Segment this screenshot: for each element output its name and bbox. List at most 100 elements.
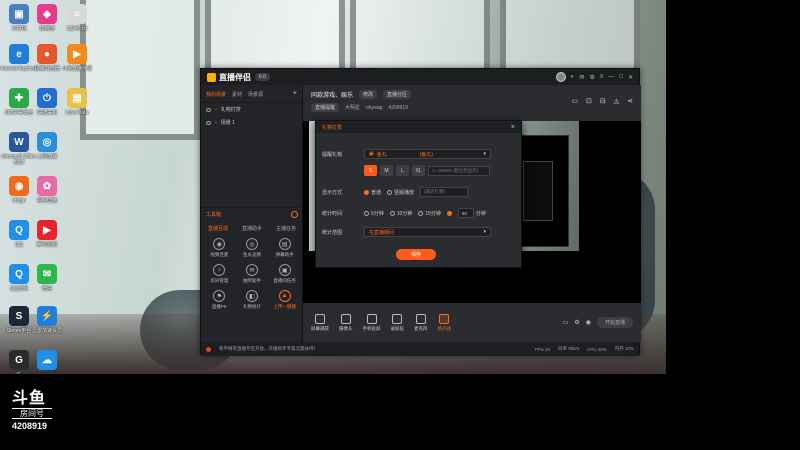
source-tool[interactable]: 手机投屏 [363,313,381,332]
stat-range-label: 统计范围 [322,229,343,236]
radio-10min[interactable]: 10分钟 [389,210,412,217]
record-icon[interactable]: ⊟ [600,97,606,105]
room-number: 4208919 [388,104,408,111]
preview-nested-capture [523,161,553,221]
desktop-icon[interactable]: ✿ 简约壁纸 [28,176,66,204]
status-notice[interactable]: 和平精英直播专区开放，开播即享专属流量扶持！ [219,346,318,352]
maximize-icon[interactable]: □ [619,74,623,80]
user-avatar[interactable] [555,72,566,82]
toolbox-item[interactable]: ⚑ 直播PK [203,290,236,310]
radio-custom[interactable] [446,210,452,216]
source-tool[interactable]: 麦克风 [414,313,428,332]
tab-scene-sources[interactable]: 场景源 [248,91,263,98]
record-icon[interactable]: ◉ [586,319,591,326]
share-icon[interactable]: ⋖ [627,97,633,105]
lock-icon[interactable]: ▫ [215,107,217,113]
source-tool[interactable]: 录屏投 [391,313,404,332]
source-tool-icon [439,313,450,324]
toolbox-item[interactable]: ▤ 弹幕助手 [268,238,301,258]
desktop-icon[interactable]: ≡ 12345.txt [58,4,96,32]
desktop-icon[interactable]: ✉ 微信 [28,264,66,292]
source-tool[interactable]: 扬声器 [438,313,451,332]
source-tool[interactable]: 屏幕捕获 [311,313,329,332]
eye-icon[interactable] [206,120,211,125]
live-reminder-chip[interactable]: 直播提醒 [311,103,340,112]
lock-icon[interactable]: ⊡ [586,97,592,105]
tab-materials[interactable]: 素材 [232,91,242,98]
desktop-icon[interactable]: ⚡ 迅雷加速会员 [28,306,66,334]
edit-title-button[interactable]: 修改 [359,90,378,99]
streamer-rank: 大明星 [345,105,361,111]
app-icon: ▤ [67,88,87,108]
radio-normal[interactable]: 普通 [364,189,381,196]
radio-5min[interactable]: 5分钟 [364,210,384,217]
stat-time-row: 统计时间 5分钟 10分钟 15分钟 60 分钟 [322,208,486,218]
tool-label: 视频连麦 [210,252,229,257]
toolbox-settings-icon[interactable] [291,211,298,218]
stream-info-header: 同款游戏、娱乐 修改 直播分区 直播提醒 大明星 ohyeap 4208919 … [303,85,641,121]
recent-gift-input[interactable]: (最近礼物) [420,187,469,197]
toolbox-item[interactable]: ◧ 礼物统计 [236,290,269,310]
stat-range-select[interactable]: 在直播期间 ▾ [364,227,491,237]
toolbox-item[interactable]: ✉ 抽奖助手 [236,264,269,284]
add-scene-icon[interactable]: + [293,90,297,98]
toolbox-item[interactable]: ▲ 上传一键播 [268,290,301,310]
size-xl-button[interactable]: XL [412,165,425,176]
size-m-button[interactable]: M [380,165,393,176]
app-icon: ◎ [37,132,57,152]
start-live-button[interactable]: 开始直播 [596,317,633,328]
app-icon: ✿ [37,176,57,196]
tool-label: 上传一键播 [273,304,296,309]
category-selector[interactable]: 直播分区 [383,90,412,99]
tab-live-interaction[interactable]: 直播互动 [208,225,228,232]
toolbox-item[interactable]: ◉ 视频连麦 [203,238,236,258]
scene-item[interactable]: ▫ 礼物打赏 [201,103,302,116]
toolbox-item[interactable]: ◎ 鱼丸竞猜 [236,238,269,258]
lock-icon[interactable]: ▫ [215,120,217,126]
display-mode-row: 显示方式 普通 竖版播放 (最近礼物) [322,187,469,197]
tab-my-scenes[interactable]: 我的场景 [206,91,226,98]
save-button[interactable]: 保存 [396,249,436,260]
desktop-icon[interactable]: ▤ User Data [58,88,96,116]
app-icon: ▣ [9,4,29,24]
desktop-icon-label: 微信 [41,286,52,292]
bell-icon[interactable]: ◬ [614,97,619,105]
size-s-button[interactable]: S [364,165,377,176]
desktop-icon[interactable]: ▶ 斗鱼直播伴侣 [58,44,96,72]
size-l-button[interactable]: L [396,165,409,176]
app-icon: Q [9,264,29,284]
status-bitrate: 码率 0kb/s [557,346,579,351]
feedback-icon[interactable]: ✉ [579,74,584,81]
chevron-down-icon: ▾ [483,229,486,235]
minimize-icon[interactable]: — [608,74,614,80]
settings-icon[interactable]: ⚙ [574,319,579,326]
radio-vertical[interactable]: 竖版播放 [387,189,414,196]
dialog-close-icon[interactable]: × [511,124,515,131]
desktop-icon[interactable]: ◎ 上网加速 [28,132,66,160]
skin-icon[interactable]: ◐ [571,74,575,80]
price-range-input[interactable]: 1—99999 (超出后显示) [428,165,490,176]
camera-icon[interactable]: ▭ [563,319,569,326]
toolbox-item[interactable]: ▣ 直播间任务 [268,264,301,284]
menu-icon[interactable]: ≡ [600,74,604,80]
desktop-icon[interactable]: ▶ 腾讯视频 [28,220,66,248]
close-icon[interactable]: ✕ [628,74,633,81]
tab-live-assistant[interactable]: 直播助手 [242,225,262,232]
app-version-badge[interactable]: 6.0 [255,73,270,81]
radio-15min[interactable]: 15分钟 [418,210,441,217]
desktop-icon[interactable]: ☁ [28,350,66,372]
source-toolbar: 屏幕捕获 摄像头 手机投屏 录屏投 麦克风 扬声器 ▭ ⚙ ◉ 开始直播 [303,303,641,342]
scene-item[interactable]: ▫ 场景 1 [201,116,302,129]
toolbox-item[interactable]: ⌂ 房间管理 [203,264,236,284]
settings-icon[interactable]: ⚙ [589,74,594,81]
tab-streamer-tasks[interactable]: 主播任务 [276,225,296,232]
source-tool-label: 麦克风 [414,325,428,331]
app-icon: ◆ [37,4,57,24]
monitor-icon[interactable]: ▭ [571,97,578,105]
alert-icon [206,346,211,352]
eye-icon[interactable] [206,107,211,112]
source-tool[interactable]: 摄像头 [339,313,353,332]
custom-minutes-input[interactable]: 60 [457,208,474,218]
gift-select[interactable]: ▣ 鱼丸 (鱼丸) ▾ [364,149,491,159]
tool-icon: ▲ [278,290,291,302]
